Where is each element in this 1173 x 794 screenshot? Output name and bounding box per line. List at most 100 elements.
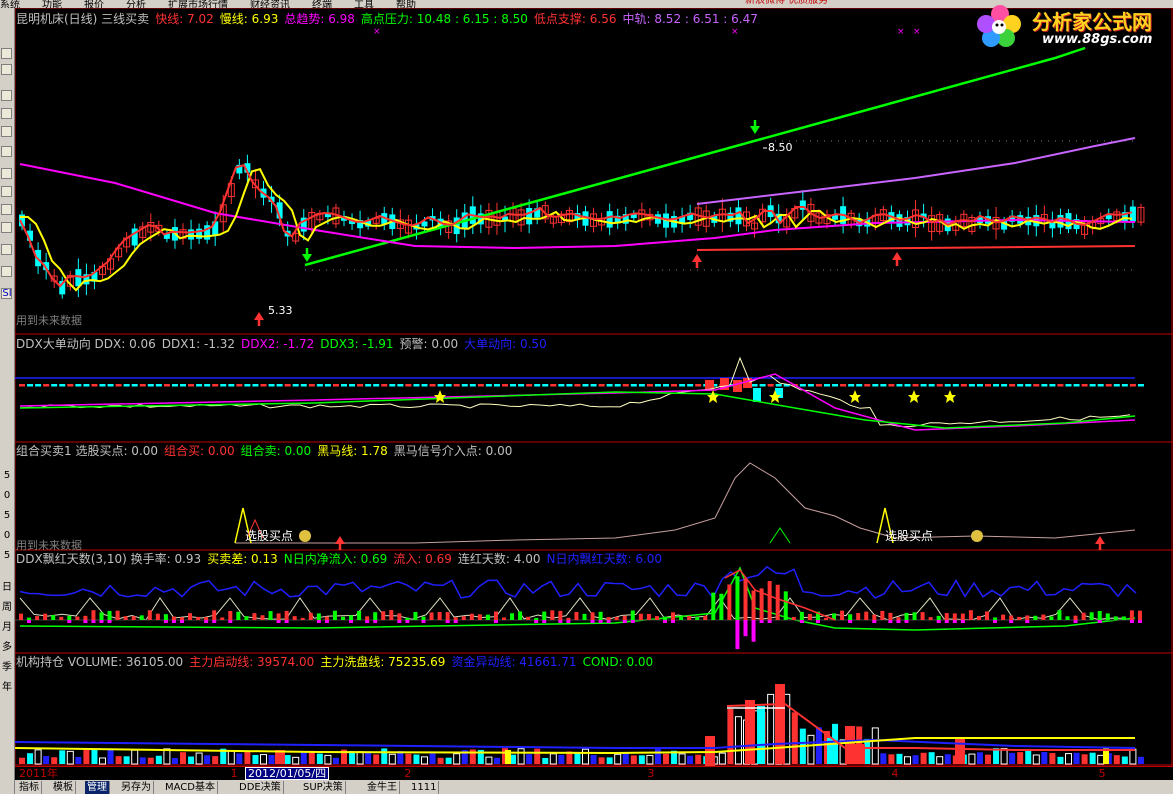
volume-bar <box>928 752 935 764</box>
redday-bar-neg <box>67 620 72 623</box>
toolbar-button[interactable] <box>1 222 12 233</box>
candle-body <box>526 207 533 225</box>
header-field: N日内净流入: 0.69 <box>283 552 388 566</box>
tab-金牛王[interactable]: 金牛王 <box>365 781 400 794</box>
header-field: DDX大单动向 DDX: 0.06 <box>16 337 156 351</box>
toolbar-label[interactable]: 周 <box>1 602 13 613</box>
redday-bar-neg <box>421 620 426 623</box>
ddx-red-bar <box>733 380 742 392</box>
toolbar-button[interactable] <box>1 168 12 179</box>
toolbar-button[interactable] <box>1 108 12 119</box>
volume-bar-cyan <box>757 706 765 764</box>
toolbar-button[interactable] <box>1 204 12 215</box>
toolbar-label[interactable]: SI <box>1 288 13 299</box>
redday-bar <box>1065 616 1070 620</box>
toolbar-label[interactable]: 季 <box>1 662 13 673</box>
star-icon <box>707 390 719 403</box>
tab-MACD基本[interactable]: MACD基本 <box>163 781 218 794</box>
volume-bar <box>171 757 178 764</box>
volume-bar <box>734 716 742 765</box>
menu-note[interactable]: 新浪微博 优质服务 <box>745 0 828 6</box>
redday-bar <box>807 613 812 620</box>
redday-bar <box>365 616 370 620</box>
redday-bar <box>1057 610 1062 620</box>
chart-area[interactable]: 8.50 5.33 × × × × 选股买点 选股买点 <box>14 7 1173 766</box>
volume-bar <box>1137 756 1144 764</box>
volume-bar <box>1032 754 1040 765</box>
ddx-dash <box>284 384 291 387</box>
redday-bar <box>743 578 748 620</box>
volume-bar <box>373 754 380 764</box>
fast-line-red <box>19 163 1133 288</box>
header-field: 黑马信号介入点: 0.00 <box>393 444 513 458</box>
toolbar-label[interactable]: 日 <box>1 582 13 593</box>
tab-SUP决策[interactable]: SUP决策 <box>301 781 346 794</box>
volume-bar <box>622 752 629 764</box>
redday-line-white <box>19 597 1127 621</box>
tab-1111[interactable]: 1111 <box>409 781 440 794</box>
money-bag-icon <box>971 530 983 542</box>
tab-另存为[interactable]: 另存为 <box>119 781 154 794</box>
ddx-dash <box>188 384 195 387</box>
redday-bar <box>799 611 804 620</box>
tab-DDE决策[interactable]: DDE决策 <box>237 781 284 794</box>
ddx-dash <box>413 384 420 387</box>
toolbar-button[interactable] <box>1 186 12 197</box>
ddx-dash <box>171 384 178 387</box>
tab-指标[interactable]: 指标 <box>17 781 42 794</box>
volume-bar <box>880 753 887 764</box>
ddx-dash <box>300 384 307 387</box>
redday-bar <box>163 614 168 620</box>
ddx-dash <box>952 384 959 387</box>
ddx-dash <box>542 384 549 387</box>
toolbar-label[interactable]: 多 <box>1 642 13 653</box>
chart-canvas[interactable]: 8.50 5.33 × × × × 选股买点 选股买点 <box>14 7 1173 766</box>
toolbar-button[interactable] <box>1 146 12 157</box>
volume-bar <box>195 752 203 765</box>
redday-bar <box>75 616 80 620</box>
redday-bar <box>582 613 587 620</box>
redday-bar <box>952 613 957 620</box>
volume-bar <box>268 754 275 764</box>
redday-bar <box>727 584 732 620</box>
ddx-dash <box>1065 384 1072 387</box>
ddx-dash <box>904 384 911 387</box>
redday-bar <box>791 616 796 620</box>
toolbar-button[interactable] <box>1 64 12 75</box>
ddx-dash <box>276 384 283 387</box>
tab-模板[interactable]: 模板 <box>51 781 76 794</box>
toolbar-label[interactable]: 年 <box>1 682 13 693</box>
ddx-dash <box>1057 384 1064 387</box>
toolbar-button[interactable] <box>1 126 12 137</box>
toolbar-button[interactable] <box>1 48 12 59</box>
ddx-dash <box>252 384 259 387</box>
toolbar-button[interactable] <box>1 90 12 101</box>
redday-bar <box>421 616 426 620</box>
redday-bar-neg <box>960 620 965 623</box>
x-axis-label: 2 <box>404 767 412 780</box>
ddx-dash <box>936 384 943 387</box>
volume-bar <box>324 754 332 765</box>
ddx-dash <box>1121 384 1128 387</box>
toolbar-button[interactable] <box>1 244 12 255</box>
header-field: 低点支撑: 6.56 <box>533 12 617 26</box>
redday-bar <box>461 616 466 620</box>
redday-bar <box>711 592 716 620</box>
ddx-dash <box>767 384 774 387</box>
volume-bar-red <box>745 700 755 764</box>
toolbar-button[interactable] <box>1 266 12 277</box>
ddx-dash <box>759 384 766 387</box>
toolbar-number: 0 <box>3 530 11 541</box>
volume-bar <box>34 749 42 765</box>
toolbar-label[interactable]: 月 <box>1 622 13 633</box>
ddx-dash <box>566 384 573 387</box>
ddx-dash <box>365 384 372 387</box>
ddx-dash <box>1129 384 1136 387</box>
ddx-dash <box>59 384 66 387</box>
tab-管理[interactable]: 管理 <box>85 781 110 794</box>
redday-bar <box>928 617 933 620</box>
redday-bar <box>671 612 676 620</box>
volume-bar <box>791 712 798 764</box>
redday-bar <box>99 612 104 620</box>
header-field: 快线: 7.02 <box>155 12 214 26</box>
